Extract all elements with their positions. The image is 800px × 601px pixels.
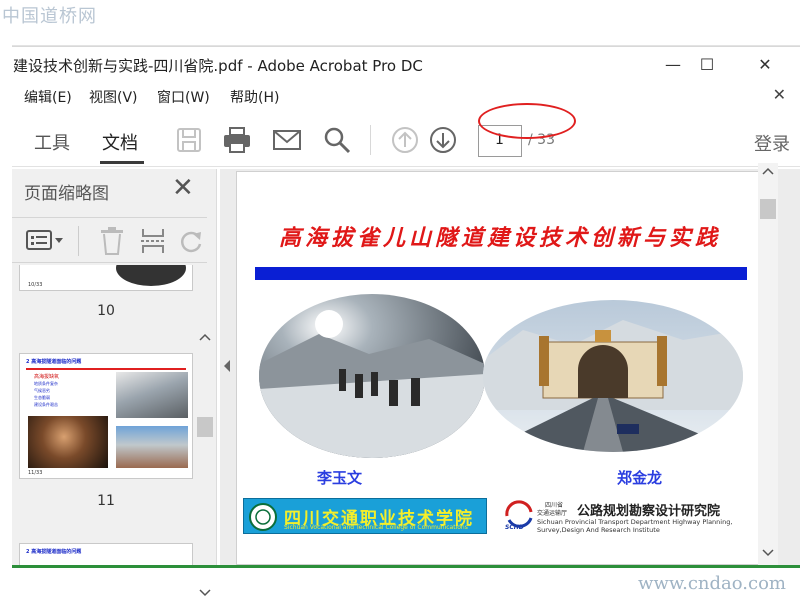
watermark-bottom: www.cndao.com <box>638 573 786 594</box>
title-underline-bar <box>255 267 747 280</box>
scroll-down-icon[interactable] <box>199 589 211 597</box>
thumb-photo <box>28 416 108 468</box>
author-left: 李玉文 <box>317 467 362 488</box>
background-strip <box>12 38 800 46</box>
panel-close-button[interactable]: ✕ <box>172 173 194 203</box>
thumb-photo <box>116 265 186 286</box>
document-title: 高海拔雀儿山隧道建设技术创新与实践 <box>237 220 762 252</box>
thumb-photo <box>116 426 188 468</box>
thumb-page-number: 10/33 <box>28 282 42 288</box>
thumbnail-scrollbar[interactable] <box>194 327 216 601</box>
minimize-button[interactable]: — <box>658 51 688 77</box>
photo-climbers <box>259 294 485 458</box>
inst-small-text-2: 交通运输厅 <box>537 508 567 517</box>
thumb-heading: 2 高海拔隧道面临的问题 <box>26 358 81 365</box>
pdf-page: 高海拔雀儿山隧道建设技术创新与实践 <box>236 171 762 565</box>
thumbnail-list[interactable]: 10/33 10 2 高海拔隧道面临的问题 高海拔缺氧 地质条件复杂 气候恶劣 … <box>12 265 194 565</box>
menu-view[interactable]: 视图(V) <box>89 87 138 107</box>
next-page-icon[interactable] <box>428 125 458 155</box>
institute-name-en-1: Sichuan Provincial Transport Department … <box>537 518 732 526</box>
institute-name-en-2: Survey,Design And Research Institute <box>537 526 660 534</box>
active-tab-indicator <box>100 161 144 164</box>
scrollbar-thumb[interactable] <box>760 199 776 219</box>
taskbar-accent-line <box>12 565 800 568</box>
panel-tools <box>12 217 207 263</box>
college-emblem-icon <box>248 502 278 532</box>
delete-icon[interactable] <box>98 226 126 256</box>
thumbnail-label: 11 <box>12 493 194 509</box>
thumb-bullet: 生态脆弱 <box>34 395 50 401</box>
print-icon[interactable] <box>222 125 252 155</box>
thumb-bullet: 建设条件艰苦 <box>34 402 58 408</box>
maximize-button[interactable]: ☐ <box>692 51 722 77</box>
thumb-photo <box>116 372 188 418</box>
collapse-panel-icon[interactable] <box>222 359 232 373</box>
toolbar: 工具 文档 1 <box>12 113 800 167</box>
title-bar: 建设技术创新与实践-四川省院.pdf - Adobe Acrobat Pro D… <box>12 47 800 81</box>
close-document-button[interactable]: ✕ <box>773 85 786 104</box>
institute-logo-block: SCHD 四川省 交通运输厅 公路规划勘察设计研究院 Sichuan Provi… <box>501 498 751 534</box>
watermark-top: 中国道桥网 <box>2 2 97 28</box>
thumbnail-page-10[interactable]: 10/33 <box>19 265 193 291</box>
login-button[interactable]: 登录 <box>754 130 790 156</box>
thumb-page-number: 11/33 <box>28 470 42 476</box>
thumbnail-page-12[interactable]: 2 高海拔隧道面临的问题 <box>19 543 193 565</box>
college-banner: 四川交通职业技术学院 Sichuan Vocational and Techni… <box>243 498 487 534</box>
search-icon[interactable] <box>322 125 352 155</box>
institute-name: 公路规划勘察设计研究院 <box>577 500 720 519</box>
thumbnail-label: 10 <box>12 303 194 319</box>
window-title: 建设技术创新与实践-四川省院.pdf - Adobe Acrobat Pro D… <box>13 55 423 76</box>
acrobat-window: 建设技术创新与实践-四川省院.pdf - Adobe Acrobat Pro D… <box>12 46 800 566</box>
split-pages-icon[interactable] <box>140 226 166 256</box>
scrollbar-thumb[interactable] <box>197 417 213 437</box>
save-icon[interactable] <box>174 125 204 155</box>
panel-title: 页面缩略图 <box>24 179 109 204</box>
previous-page-icon[interactable] <box>390 125 420 155</box>
thumb-bullet: 高海拔缺氧 <box>34 373 59 380</box>
document-scrollbar[interactable] <box>758 163 778 565</box>
thumbnail-panel: 页面缩略图 ✕ <box>12 169 217 567</box>
document-viewport[interactable]: 高海拔雀儿山隧道建设技术创新与实践 <box>220 169 800 567</box>
thumb-heading: 2 高海拔隧道面临的问题 <box>26 548 81 555</box>
menu-window[interactable]: 窗口(W) <box>157 87 210 107</box>
thumb-red-rule <box>26 368 186 370</box>
thumb-bullet: 地质条件复杂 <box>34 381 58 387</box>
thumbnail-page-11[interactable]: 2 高海拔隧道面临的问题 高海拔缺氧 地质条件复杂 气候恶劣 生态脆弱 建设条件… <box>19 353 193 479</box>
tab-document[interactable]: 文档 <box>102 129 138 155</box>
banner-subtext: Sichuan Vocational and Technical College… <box>284 524 468 531</box>
email-icon[interactable] <box>272 125 302 155</box>
menu-edit[interactable]: 编辑(E) <box>24 87 72 107</box>
panel-separator <box>78 226 79 256</box>
toolbar-separator <box>370 125 371 155</box>
schd-logo-text: SCHD <box>505 524 524 531</box>
options-menu-icon[interactable] <box>26 228 66 254</box>
scroll-up-icon[interactable] <box>762 167 774 175</box>
rotate-icon[interactable] <box>178 228 204 254</box>
scroll-up-icon[interactable] <box>199 333 211 341</box>
tab-tools[interactable]: 工具 <box>34 129 70 155</box>
author-right: 郑金龙 <box>617 467 662 488</box>
annotation-ellipse <box>478 103 576 139</box>
menu-bar: 编辑(E) 视图(V) 窗口(W) 帮助(H) ✕ <box>12 83 800 109</box>
menu-help[interactable]: 帮助(H) <box>230 87 279 107</box>
close-button[interactable]: ✕ <box>750 51 780 77</box>
thumb-bullet: 气候恶劣 <box>34 388 50 394</box>
scroll-down-icon[interactable] <box>762 549 774 557</box>
photo-tunnel-portal <box>483 300 743 452</box>
